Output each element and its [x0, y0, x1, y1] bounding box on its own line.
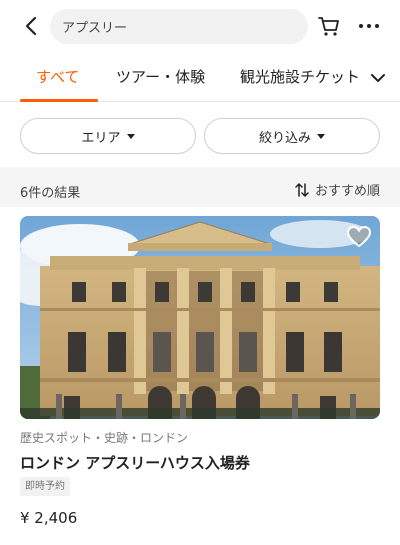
tab-all[interactable]: すべて [36, 66, 79, 87]
tab-tours[interactable]: ツアー・体験 [116, 66, 205, 87]
top-bar: アプスリー [0, 0, 400, 54]
area-filter-button[interactable]: エリア [20, 118, 196, 154]
building-photo [20, 216, 380, 419]
sort-button[interactable]: おすすめ順 [295, 180, 380, 199]
product-title[interactable]: ロンドン アプスリーハウス入場券 [20, 452, 250, 473]
cart-button[interactable] [316, 13, 342, 39]
search-input-text: アプスリー [62, 21, 128, 36]
active-tab-indicator [20, 99, 98, 102]
more-button[interactable] [356, 13, 382, 39]
results-count: 6件の結果 [20, 186, 81, 201]
caret-down-icon [317, 133, 325, 139]
search-input[interactable]: アプスリー [50, 9, 308, 44]
chevron-left-icon [25, 16, 37, 36]
area-filter-label: エリア [81, 130, 121, 146]
product-category: 歴史スポット・史跡・ロンドン [20, 431, 189, 445]
narrow-filter-button[interactable]: 絞り込み [204, 118, 380, 154]
favorite-button[interactable] [346, 224, 372, 250]
sort-label: おすすめ順 [314, 184, 380, 199]
tabs-expand-button[interactable] [370, 70, 386, 86]
product-photo[interactable] [20, 216, 380, 419]
caret-down-icon [126, 133, 135, 139]
chevron-down-icon [371, 74, 385, 82]
tab-tickets[interactable]: 観光施設チケット [240, 66, 360, 87]
product-price: ¥ 2,406 [20, 509, 78, 527]
filter-bar: エリア 絞り込み [0, 103, 400, 167]
product-card[interactable]: 歴史スポット・史跡・ロンドン ロンドン アプスリーハウス入場券 即時予約 ¥ 2… [0, 207, 400, 545]
cart-icon [318, 17, 339, 36]
more-icon [359, 24, 379, 28]
narrow-filter-label: 絞り込み [258, 130, 311, 146]
sort-icon [295, 182, 309, 197]
category-tabs: すべて ツアー・体験 観光施設チケット [0, 56, 400, 102]
heart-icon [346, 225, 372, 248]
instant-booking-badge: 即時予約 [20, 477, 70, 496]
back-button[interactable] [18, 13, 44, 39]
